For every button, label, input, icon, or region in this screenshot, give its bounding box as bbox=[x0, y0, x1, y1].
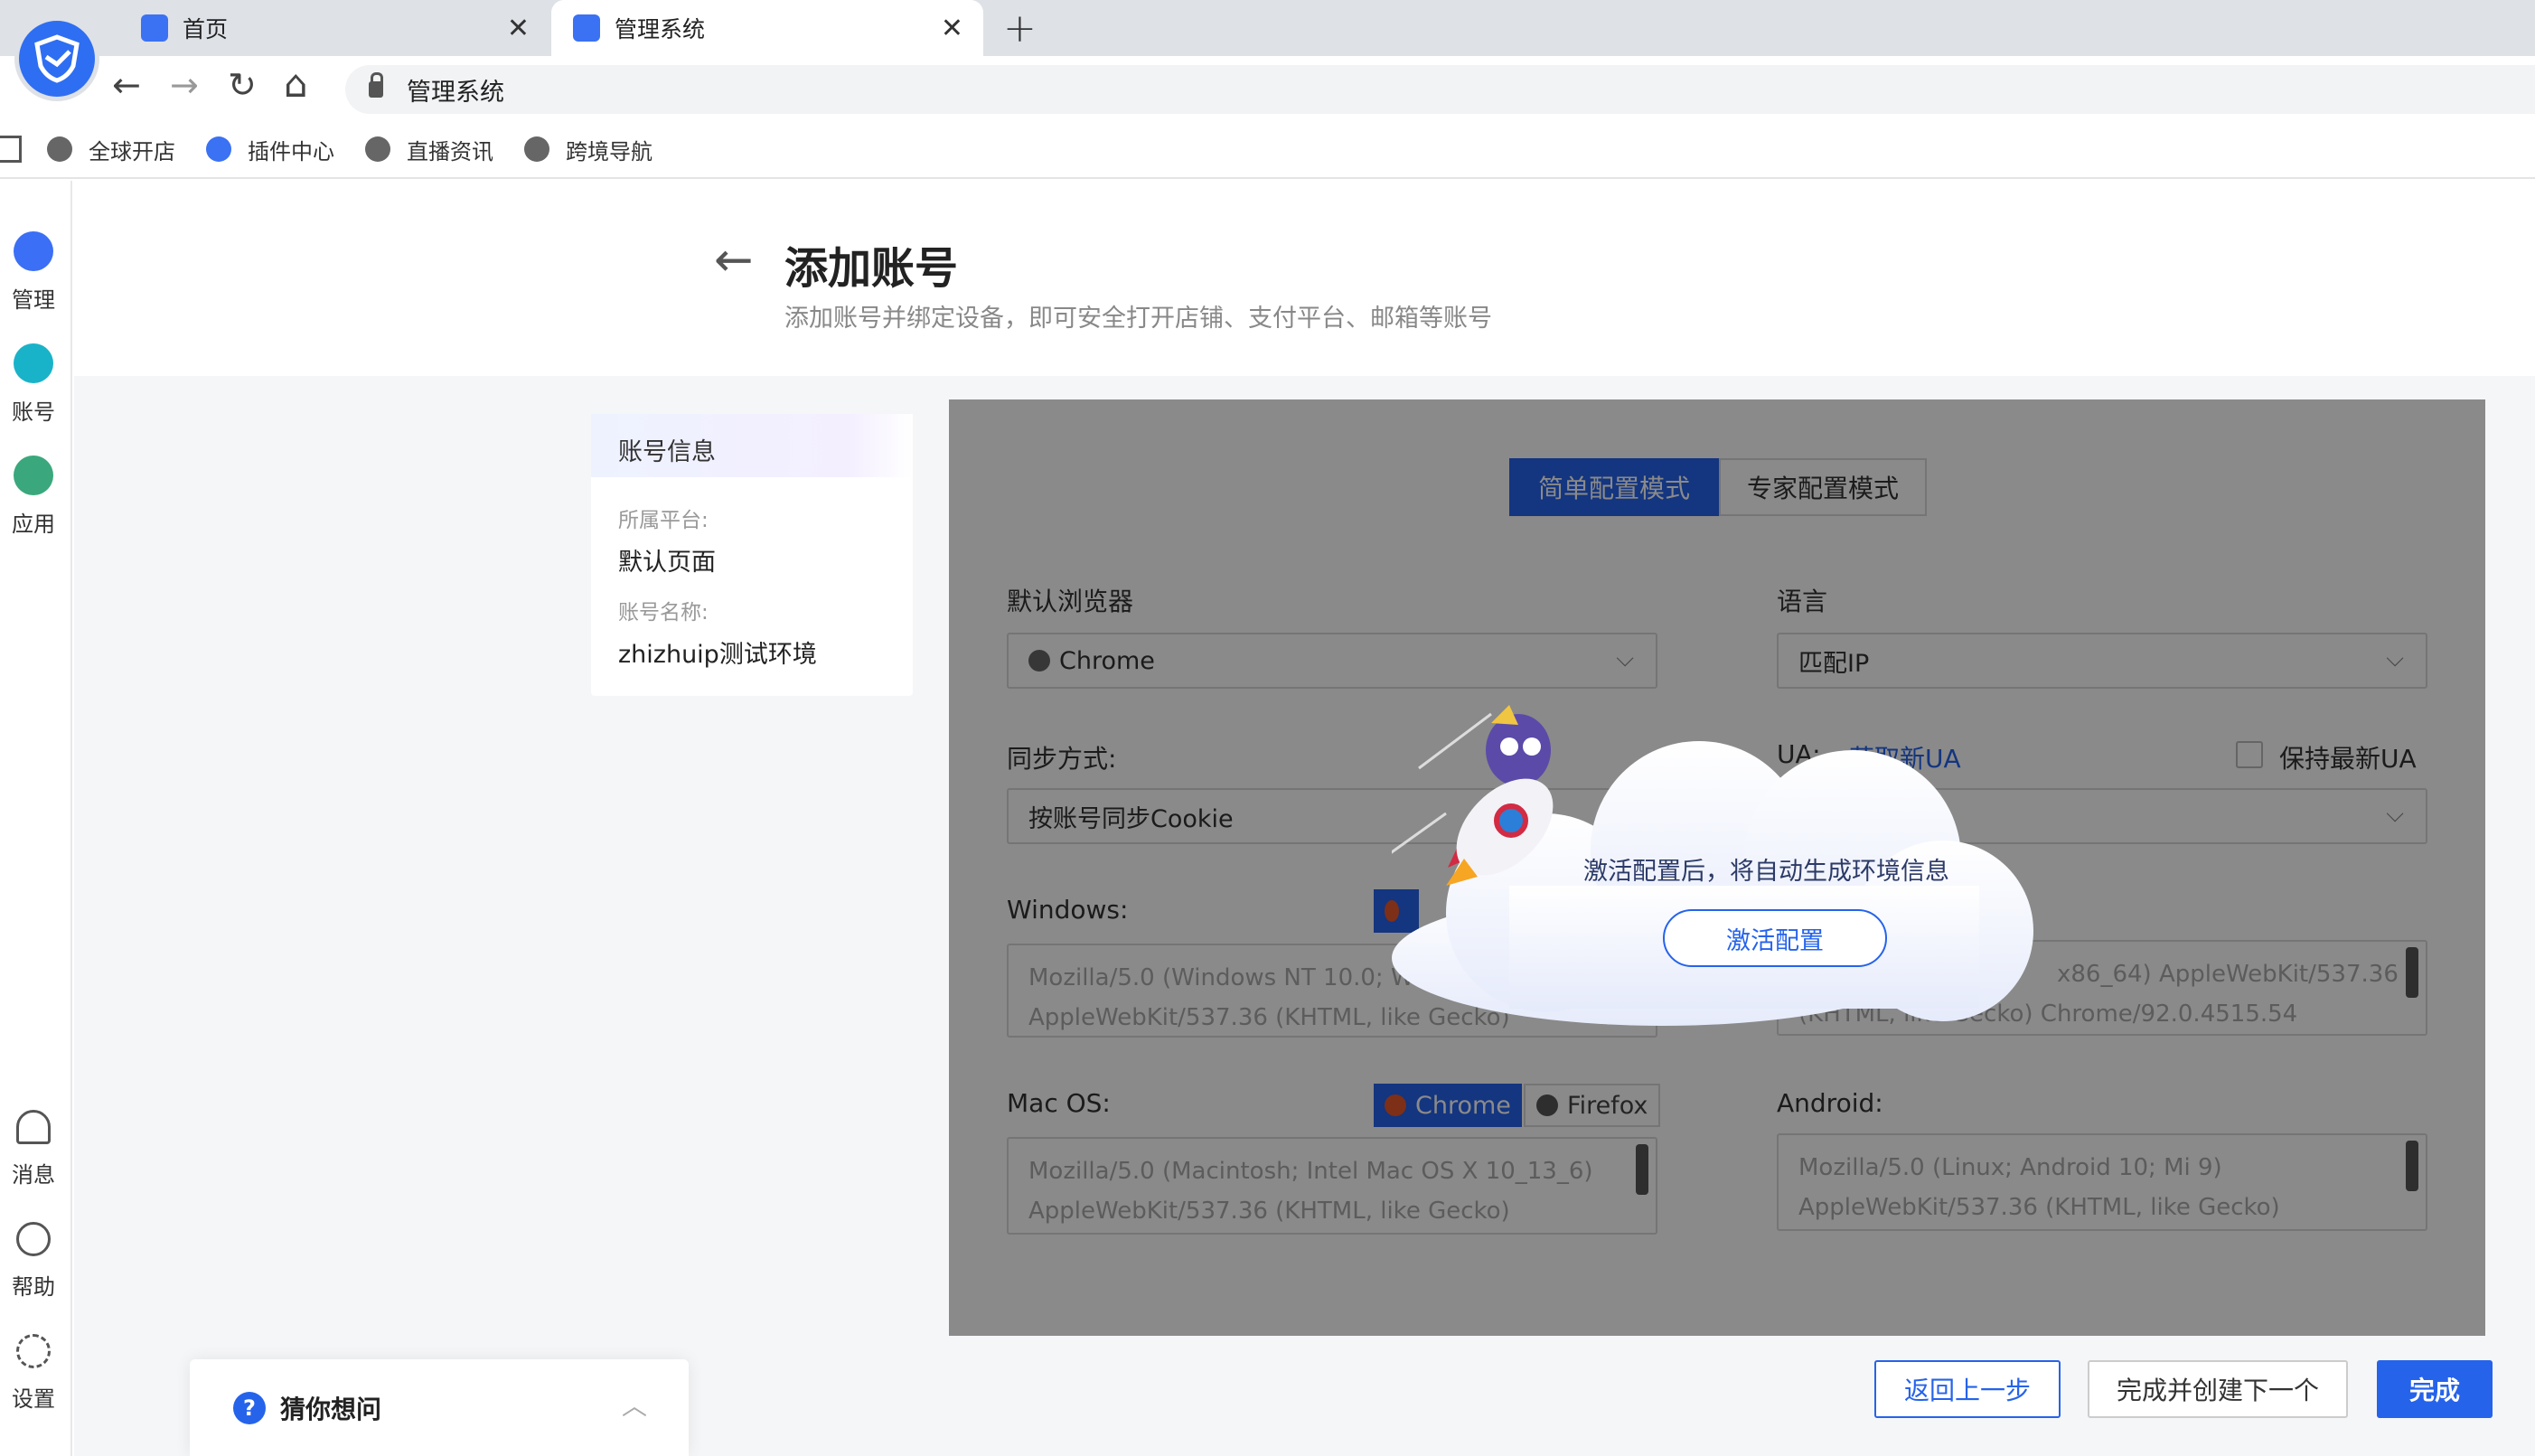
close-icon[interactable]: ✕ bbox=[941, 13, 963, 44]
platform-label: 所属平台: bbox=[618, 509, 709, 532]
bookmarks-bar: 全球开店 插件中心 直播资讯 跨境导航 bbox=[0, 121, 2535, 179]
globe-icon bbox=[524, 136, 549, 162]
finish-button[interactable]: 完成 bbox=[2377, 1360, 2493, 1418]
sidebar-item-messages[interactable]: 消息 bbox=[0, 1110, 67, 1188]
browser-logo-icon[interactable] bbox=[14, 16, 99, 101]
account-info-title: 账号信息 bbox=[591, 414, 913, 477]
grid-icon bbox=[14, 231, 53, 271]
faq-widget[interactable]: ? 猜你想问 ︿ bbox=[190, 1359, 689, 1456]
globe-icon bbox=[47, 136, 72, 162]
bookmark-item[interactable]: 全球开店 bbox=[47, 134, 175, 165]
question-icon: ? bbox=[233, 1391, 266, 1424]
sidebar-item-account[interactable]: 账号 bbox=[0, 343, 67, 426]
close-icon[interactable]: ✕ bbox=[507, 13, 530, 44]
address-text: 管理系统 bbox=[407, 78, 504, 107]
site-favicon-icon bbox=[141, 14, 168, 42]
globe-icon bbox=[365, 136, 390, 162]
bookmark-item[interactable]: 插件中心 bbox=[206, 134, 334, 165]
new-tab-button[interactable]: + bbox=[1003, 5, 1037, 52]
page-title: 添加账号 bbox=[784, 243, 959, 294]
back-nav-icon[interactable]: ← bbox=[112, 65, 141, 105]
tab-admin-system[interactable]: 管理系统 ✕ bbox=[551, 0, 983, 56]
activate-config-button[interactable]: 激活配置 bbox=[1663, 909, 1887, 967]
address-bar[interactable]: 管理系统 bbox=[345, 65, 2535, 114]
home-icon[interactable]: ⌂ bbox=[284, 61, 308, 106]
faq-title: 猜你想问 bbox=[280, 1394, 382, 1424]
platform-value: 默认页面 bbox=[618, 549, 716, 577]
page-header bbox=[74, 181, 2535, 376]
apps-icon bbox=[14, 456, 53, 495]
page-subtitle: 添加账号并绑定设备，即可安全打开店铺、支付平台、邮箱等账号 bbox=[784, 305, 1492, 333]
site-favicon-icon bbox=[573, 14, 600, 42]
tab-label: 管理系统 bbox=[615, 16, 706, 42]
tab-home[interactable]: 首页 ✕ bbox=[136, 0, 549, 56]
chevron-up-icon[interactable]: ︿ bbox=[622, 1386, 647, 1423]
plugin-icon bbox=[206, 136, 231, 162]
account-name-label: 账号名称: bbox=[618, 601, 709, 625]
previous-step-button[interactable]: 返回上一步 bbox=[1874, 1360, 2061, 1418]
sidebar-item-apps[interactable]: 应用 bbox=[0, 456, 67, 538]
help-icon bbox=[16, 1222, 51, 1256]
sidebar-item-help[interactable]: 帮助 bbox=[0, 1222, 67, 1301]
reload-icon[interactable]: ↻ bbox=[228, 65, 257, 105]
sidebar-toggle-icon[interactable] bbox=[0, 136, 22, 163]
sidebar-item-manage[interactable]: 管理 bbox=[0, 231, 67, 314]
tab-label: 首页 bbox=[183, 16, 229, 42]
account-name-value: zhizhuip测试环境 bbox=[618, 641, 817, 669]
bookmark-item[interactable]: 跨境导航 bbox=[524, 134, 653, 165]
forward-nav-icon[interactable]: → bbox=[170, 65, 199, 105]
bookmark-item[interactable]: 直播资讯 bbox=[365, 134, 493, 165]
back-arrow-icon[interactable]: ← bbox=[714, 233, 754, 287]
sidebar-item-settings[interactable]: 设置 bbox=[0, 1334, 67, 1413]
finish-and-create-next-button[interactable]: 完成并创建下一个 bbox=[2088, 1360, 2348, 1418]
bell-icon bbox=[16, 1110, 51, 1144]
gear-icon bbox=[16, 1334, 51, 1368]
account-icon bbox=[14, 343, 53, 383]
popup-message: 激活配置后，将自动生成环境信息 bbox=[1583, 858, 1949, 886]
lock-icon bbox=[369, 72, 383, 98]
